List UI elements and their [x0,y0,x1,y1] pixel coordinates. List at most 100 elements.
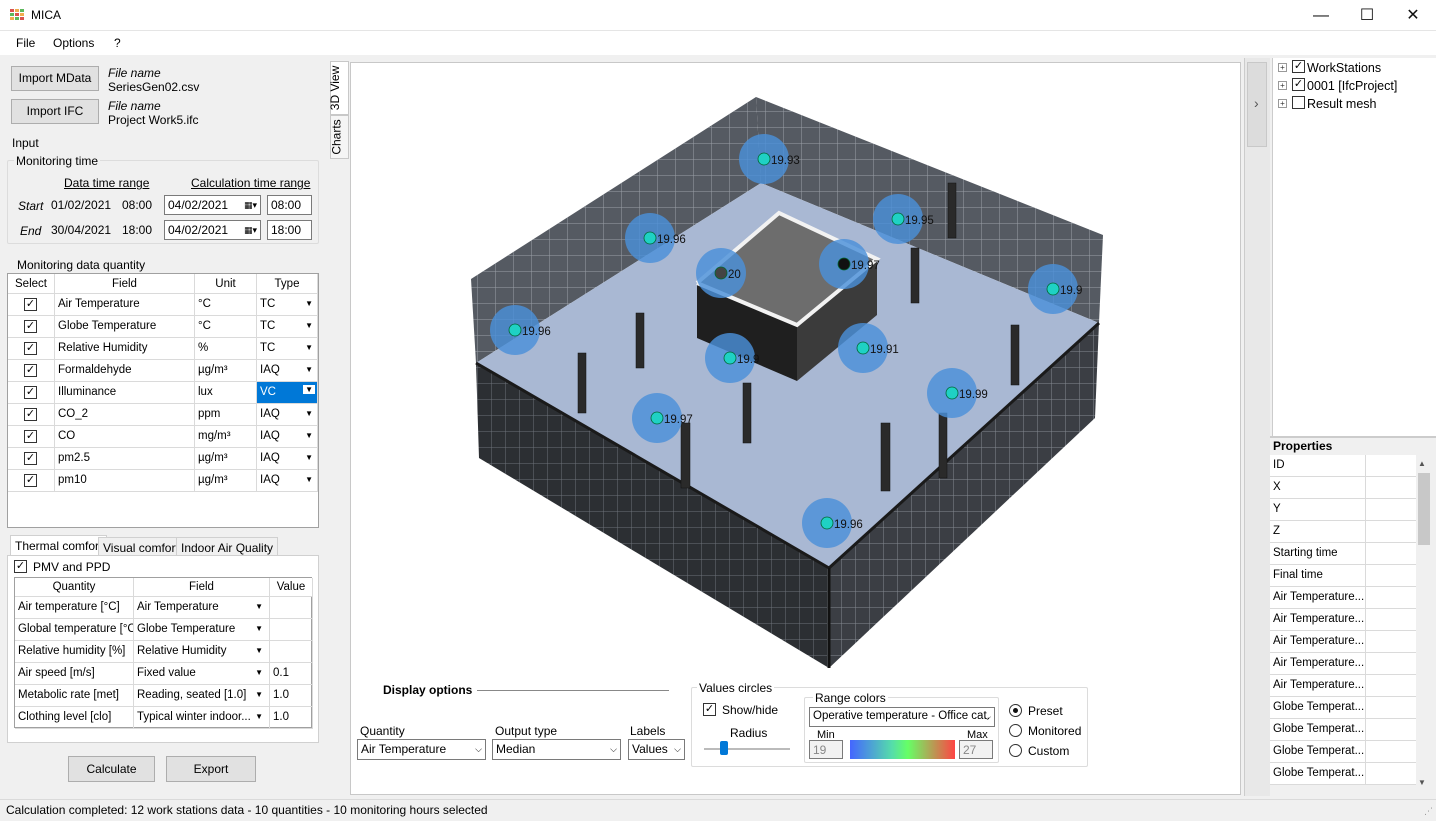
select-checkbox[interactable]: ✓ [24,430,37,443]
sensor-marker[interactable]: 19.93 [739,134,800,184]
thermal-value-input[interactable]: 1.0 [270,685,313,707]
export-button[interactable]: Export [166,756,256,782]
property-row[interactable]: Final time [1270,565,1416,587]
thermal-field-select[interactable]: Fixed value ▼ [134,663,270,685]
dropdown-arrow-icon[interactable]: ▼ [255,712,263,721]
preset-radio[interactable] [1009,704,1022,717]
thermal-value-input[interactable]: 0.1 [270,663,313,685]
sensor-marker[interactable]: 19.96 [802,498,863,548]
select-checkbox[interactable]: ✓ [24,386,37,399]
3d-view-canvas[interactable]: 19.93 19.95 19.96 20 19.97 19.9 19.96 19.9 19.91… [350,62,1241,795]
thermal-value-input[interactable] [270,597,313,619]
radius-slider-thumb[interactable] [719,741,728,755]
menu-help[interactable]: ? [114,36,121,50]
select-checkbox[interactable]: ✓ [24,408,37,421]
dropdown-arrow-icon[interactable]: ▼ [305,321,313,330]
resize-grip-icon[interactable]: ⋰ [1424,806,1433,817]
dropdown-arrow-icon[interactable]: ▼ [305,453,313,462]
custom-radio[interactable] [1009,744,1022,757]
sensor-marker[interactable]: 19.97 [632,393,693,443]
dropdown-arrow-icon[interactable]: ▼ [255,668,263,677]
property-row[interactable]: Z [1270,521,1416,543]
dropdown-arrow-icon[interactable]: ▼ [305,475,313,484]
type-select[interactable]: IAQ ▼ [257,404,318,426]
type-select[interactable]: IAQ ▼ [257,448,318,470]
sensor-marker[interactable]: 20 [696,248,746,298]
property-row[interactable]: Air Temperature... [1270,587,1416,609]
dropdown-arrow-icon[interactable]: ▼ [303,385,315,394]
tree-expand-icon[interactable]: + [1278,99,1287,108]
type-select[interactable]: IAQ ▼ [257,426,318,448]
minimize-button[interactable]: — [1298,0,1344,31]
thermal-field-select[interactable]: Reading, seated [1.0] ▼ [134,685,270,707]
property-row[interactable]: Air Temperature... [1270,653,1416,675]
import-ifc-button[interactable]: Import IFC [11,99,99,124]
select-checkbox[interactable]: ✓ [24,452,37,465]
select-checkbox[interactable]: ✓ [24,320,37,333]
tree-item-result-mesh[interactable]: Result mesh [1307,97,1376,111]
dropdown-arrow-icon[interactable]: ▼ [305,343,313,352]
menu-options[interactable]: Options [53,36,94,50]
tree-item-workstations[interactable]: WorkStations [1307,61,1381,75]
sensor-marker[interactable]: 19.97 [819,239,880,289]
sensor-marker[interactable]: 19.99 [927,368,988,418]
tab-visual-comfort[interactable]: Visual comfort [98,537,184,555]
end-date-picker[interactable]: 04/02/2021 ▦▾ [164,220,261,240]
tab-3d-view[interactable]: 3D View [328,61,349,115]
property-row[interactable]: Globe Temperat... [1270,719,1416,741]
scroll-down-icon[interactable]: ▼ [1418,778,1426,787]
type-select[interactable]: IAQ ▼ [257,360,318,382]
splitter[interactable] [1244,58,1270,796]
tree-checkbox-workstations[interactable]: ✓ [1292,60,1305,73]
sensor-marker[interactable]: 19.9 [1028,264,1082,314]
start-date-picker[interactable]: 04/02/2021 ▦▾ [164,195,261,215]
property-row[interactable]: Globe Temperat... [1270,763,1416,785]
property-row[interactable]: Globe Temperat... [1270,741,1416,763]
select-checkbox[interactable]: ✓ [24,298,37,311]
dropdown-arrow-icon[interactable]: ▼ [255,602,263,611]
property-row[interactable]: ID [1270,455,1416,477]
tree-expand-icon[interactable]: + [1278,63,1287,72]
preset-select[interactable]: Operative temperature - Office cat. ⌵ [809,707,995,727]
property-row[interactable]: Air Temperature... [1270,675,1416,697]
thermal-field-select[interactable]: Typical winter indoor... ▼ [134,707,270,729]
property-row[interactable]: Air Temperature... [1270,609,1416,631]
start-time-input[interactable]: 08:00 [267,195,312,215]
thermal-value-input[interactable] [270,619,313,641]
dropdown-arrow-icon[interactable]: ▼ [305,431,313,440]
property-row[interactable]: Y [1270,499,1416,521]
max-value-input[interactable]: 27 [959,740,993,759]
scroll-thumb[interactable] [1418,473,1430,545]
dropdown-arrow-icon[interactable]: ▼ [305,409,313,418]
type-select[interactable]: TC ▼ [257,338,318,360]
dropdown-arrow-icon[interactable]: ▼ [255,624,263,633]
thermal-field-select[interactable]: Air Temperature ▼ [134,597,270,619]
menu-file[interactable]: File [16,36,35,50]
select-checkbox[interactable]: ✓ [24,364,37,377]
labels-select[interactable]: Values ⌵ [628,739,685,760]
import-mdata-button[interactable]: Import MData [11,66,99,91]
sensor-marker[interactable]: 19.95 [873,194,934,244]
property-row[interactable]: X [1270,477,1416,499]
type-select[interactable]: TC ▼ [257,316,318,338]
maximize-button[interactable]: ☐ [1344,0,1390,31]
property-row[interactable]: Air Temperature... [1270,631,1416,653]
tab-thermal-comfort[interactable]: Thermal comfort [10,535,108,555]
close-button[interactable]: ✕ [1390,0,1436,31]
calculate-button[interactable]: Calculate [68,756,155,782]
monitored-radio[interactable] [1009,724,1022,737]
thermal-value-input[interactable]: 1.0 [270,707,313,729]
end-time-input[interactable]: 18:00 [267,220,312,240]
tree-item-project[interactable]: 0001 [IfcProject] [1307,79,1397,93]
tree-checkbox-project[interactable]: ✓ [1292,78,1305,91]
sensor-marker[interactable]: 19.9 [705,333,759,383]
property-row[interactable]: Globe Temperat... [1270,697,1416,719]
sensor-marker[interactable]: 19.91 [838,323,899,373]
type-select[interactable]: IAQ ▼ [257,470,318,492]
quantity-select[interactable]: Air Temperature ⌵ [357,739,486,760]
tab-charts[interactable]: Charts [330,115,349,159]
scroll-up-icon[interactable]: ▲ [1418,459,1426,468]
tree-checkbox-result-mesh[interactable] [1292,96,1305,109]
dropdown-arrow-icon[interactable]: ▼ [305,365,313,374]
tree-expand-icon[interactable]: + [1278,81,1287,90]
